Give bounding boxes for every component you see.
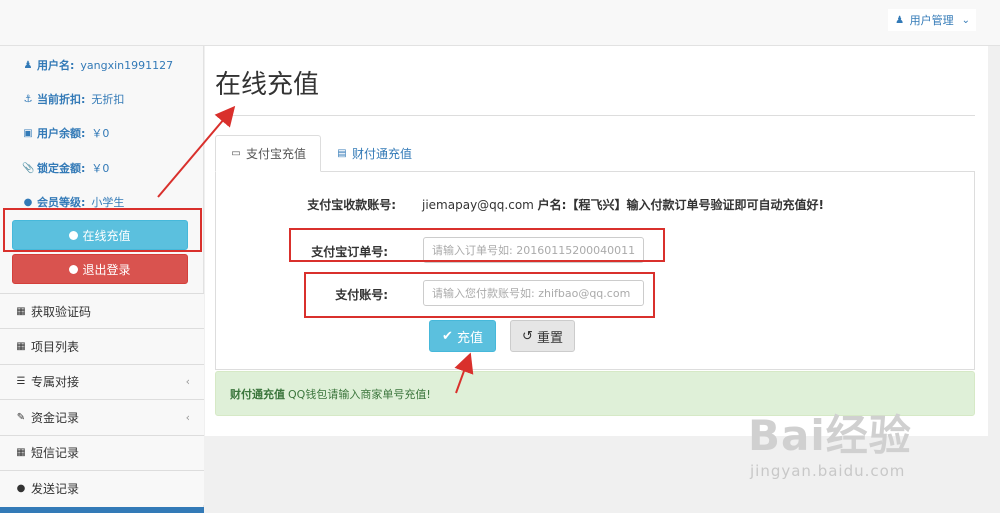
sidebar-menu: ▦ 获取验证码 ▦ 项目列表 ☰ 专属对接 ‹ ✎ 资金记录 ‹ ▦ 短信记录 … [0,293,204,506]
watermark-logo: Bai经验 [748,411,912,460]
user-icon: ♟ [23,59,33,71]
annotation-box-sidebar-recharge [3,208,202,252]
watermark-url: jingyan.baidu.com [750,462,906,480]
sidebar-item-exclusive-docking[interactable]: ☰ 专属对接 ‹ [0,363,204,400]
account-note-suffix: 输入付款订单号验证即可自动充值好! [626,198,824,212]
sidebar-item-get-code[interactable]: ▦ 获取验证码 [0,293,204,329]
list-icon: ☰ [16,376,26,388]
alert-text: QQ钱包请输入商家单号充值! [288,387,431,401]
paperclip-icon: 📎 [22,162,35,174]
table-icon: ▦ [16,341,26,353]
sidebar-balance: ▣ 用户余额: ￥0 [23,127,110,140]
user-management-dropdown[interactable]: ♟ 用户管理 ⌄ [887,9,976,31]
laptop-icon: ▭ [231,148,241,159]
annotation-box-order-number [289,228,665,262]
user-icon: ♟ [895,14,905,26]
reset-button[interactable]: ↺ 重置 [510,320,575,352]
sidebar: ♟ 用户名: yangxin1991127 ⚓ 当前折扣: 无折扣 ▣ 用户余额… [0,46,204,513]
apple-icon: ● [16,482,26,494]
user-menu-label: 用户管理 [909,14,954,27]
chevron-down-icon: ⌄ [961,14,970,26]
pencil-icon: ✎ [16,411,26,423]
apple-icon: ● [23,196,33,208]
account-note-prefix: 户名: [537,198,567,212]
baidu-watermark: Bai经验 jingyan.baidu.com [748,402,978,492]
sidebar-item-fund-records[interactable]: ✎ 资金记录 ‹ [0,399,204,435]
monitor-icon: ▤ [337,148,347,159]
money-icon: ▣ [23,127,33,139]
sidebar-discount: ⚓ 当前折扣: 无折扣 [23,93,125,106]
table-icon: ▦ [16,305,26,317]
sidebar-active-bar [0,507,204,513]
chevron-left-icon: ‹ [185,410,190,424]
account-note-name: 【程飞兴】 [566,198,627,212]
title-divider [215,115,975,116]
table-icon: ▦ [16,447,26,459]
top-navbar: ♟ 用户管理 ⌄ [0,0,1000,46]
account-label: 支付宝收款账号: [307,198,396,212]
sidebar-item-send-records[interactable]: ● 发送记录 [0,469,204,506]
circle-icon [69,264,79,274]
logout-button[interactable]: 退出登录 [12,254,188,284]
sidebar-item-sms-records[interactable]: ▦ 短信记录 [0,434,204,470]
refresh-icon: ↺ [522,328,533,344]
tab-alipay[interactable]: ▭ 支付宝充值 [215,135,322,172]
check-icon: ✔ [442,328,453,344]
page-title: 在线充值 [215,70,320,100]
alert-strong: 财付通充值 [230,387,285,401]
sidebar-locked-amount: 📎 锁定金额: ￥0 [22,162,110,175]
account-info: jiemapay@qq.com 户名:【程飞兴】输入付款订单号验证即可自动充值好… [422,196,824,213]
account-value: jiemapay@qq.com [422,198,534,212]
tab-tenpay[interactable]: ▤ 财付通充值 [321,135,427,172]
anchor-icon: ⚓ [23,93,33,105]
payment-tabs: ▭ 支付宝充值 ▤ 财付通充值 [215,135,427,172]
chevron-left-icon: ‹ [185,375,190,389]
sidebar-username: ♟ 用户名: yangxin1991127 [23,58,174,73]
recharge-form-panel: 支付宝收款账号: jiemapay@qq.com 户名:【程飞兴】输入付款订单号… [215,171,975,370]
annotation-box-payer-account [304,272,655,318]
sidebar-item-project-list[interactable]: ▦ 项目列表 [0,328,204,364]
recharge-submit-button[interactable]: ✔ 充值 [429,320,496,352]
